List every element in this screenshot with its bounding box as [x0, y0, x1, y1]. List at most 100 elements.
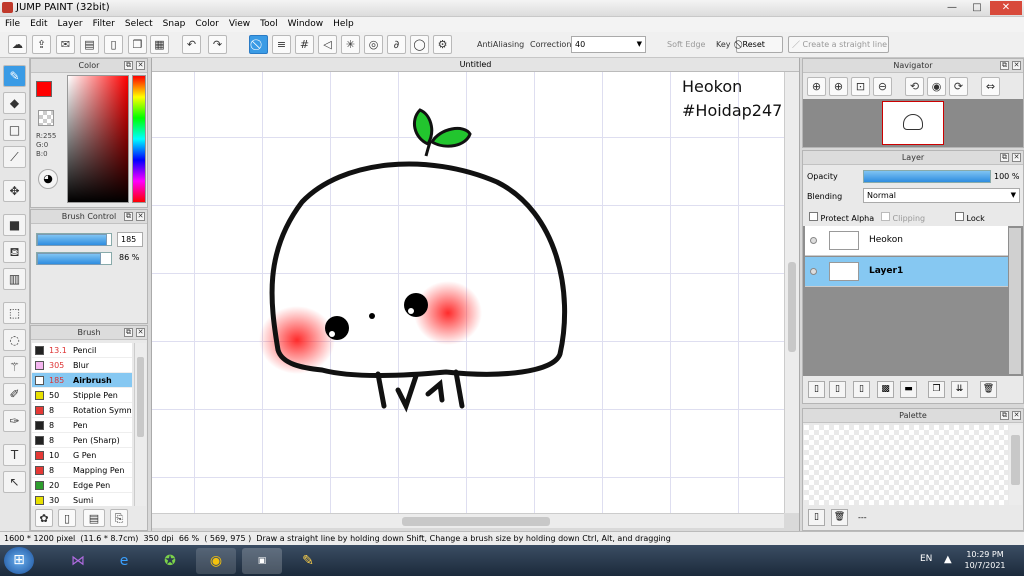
note-icon[interactable]: ▤ [80, 35, 99, 54]
copy-icon[interactable]: ❐ [128, 35, 147, 54]
float-icon[interactable]: ⧉ [124, 61, 133, 70]
maximize-button[interactable]: □ [965, 1, 989, 15]
reset-button[interactable]: ⃠ Reset [736, 36, 783, 53]
delete-layer-icon[interactable]: 🗑 [980, 381, 997, 398]
brush-menu-icon[interactable]: ▤ [83, 509, 105, 527]
menu-filter[interactable]: Filter [88, 17, 120, 32]
new-halftone-layer-icon[interactable]: ▩ [877, 381, 894, 398]
straight-line-button[interactable]: ／ Create a straight line [788, 36, 889, 53]
rectangle-tool-icon[interactable]: □ [3, 119, 26, 141]
float-icon[interactable]: ⧉ [1000, 153, 1009, 162]
undo-icon[interactable]: ↶ [182, 35, 201, 54]
brush-opacity-slider[interactable] [36, 252, 112, 265]
brush-item-mapping-pen[interactable]: 8 Mapping Pen [32, 463, 132, 478]
vertical-scrollbar[interactable] [784, 72, 799, 513]
brush-item-sumi[interactable]: 30 Sumi [32, 493, 132, 506]
saturation-value-picker[interactable] [67, 75, 129, 203]
menu-view[interactable]: View [224, 17, 255, 32]
snap-off-icon[interactable]: ⃠ [249, 35, 268, 54]
chrome-icon[interactable]: ◉ [196, 548, 236, 574]
clipping-checkbox[interactable] [881, 212, 890, 221]
palette-picker-icon[interactable]: ◕ [38, 169, 58, 189]
brush-list-scrollbar[interactable] [134, 343, 146, 506]
operation-tool-icon[interactable]: ↖ [3, 471, 26, 493]
parallel-snap-icon[interactable]: ≡ [272, 35, 291, 54]
eraser-tool-icon[interactable]: ◆ [3, 92, 26, 114]
float-icon[interactable]: ⧉ [1000, 61, 1009, 70]
menu-help[interactable]: Help [328, 17, 359, 32]
grid-snap-icon[interactable]: # [295, 35, 314, 54]
select-eraser-icon[interactable]: ✑ [3, 410, 26, 432]
bucket-tool-icon[interactable]: ⛾ [3, 241, 26, 263]
foreground-color-swatch[interactable] [36, 81, 52, 97]
palette-scrollbar[interactable] [1009, 425, 1022, 505]
palette-swatches[interactable] [804, 425, 1008, 505]
horizontal-scrollbar[interactable] [152, 513, 784, 528]
new-palette-icon[interactable]: ▯ [808, 509, 825, 526]
start-button-icon[interactable]: ⊞ [4, 547, 34, 574]
navigator-preview[interactable] [803, 99, 1023, 147]
zoom-fit-icon[interactable]: ⊕ [807, 77, 826, 96]
select-pen-icon[interactable]: ✐ [3, 383, 26, 405]
zoom-in-icon[interactable]: ⊕ [829, 77, 848, 96]
cloud-icon[interactable]: ☁ [8, 35, 27, 54]
close-panel-icon[interactable]: ✕ [136, 61, 145, 70]
rotate-right-icon[interactable]: ⟳ [949, 77, 968, 96]
rotate-reset-icon[interactable]: ◉ [927, 77, 946, 96]
new-layer-1bit-icon[interactable]: ▯ [853, 381, 870, 398]
horizontal-scroll-thumb[interactable] [402, 517, 550, 526]
move-tool-icon[interactable]: ✥ [3, 180, 26, 202]
hue-slider[interactable] [132, 75, 146, 203]
perspective-snap-icon[interactable]: ◁ [318, 35, 337, 54]
zoom-actual-icon[interactable]: ⊡ [851, 77, 870, 96]
clock[interactable]: 10:29 PM 10/7/2021 [960, 549, 1010, 571]
canvas-tab[interactable]: Untitled [152, 58, 799, 72]
close-panel-icon[interactable]: ✕ [136, 328, 145, 337]
new-folder-icon[interactable]: ▬ [900, 381, 917, 398]
fill-rect-tool-icon[interactable]: ■ [3, 214, 26, 236]
gradient-tool-icon[interactable]: ▥ [3, 268, 26, 290]
jump-paint-taskbar-icon[interactable]: ▣ [242, 548, 282, 574]
layer-row-layer1[interactable]: Layer1 [805, 257, 1008, 287]
lasso-icon[interactable]: ◌ [3, 329, 26, 351]
comment-icon[interactable]: ✉ [56, 35, 75, 54]
close-button[interactable]: ✕ [990, 1, 1022, 15]
grid-layout-icon[interactable]: ▦ [150, 35, 169, 54]
close-panel-icon[interactable]: ✕ [136, 212, 145, 221]
vertical-scroll-thumb[interactable] [788, 262, 796, 352]
blending-dropdown[interactable]: Normal ▼ [863, 188, 1020, 203]
lock-checkbox[interactable] [955, 212, 964, 221]
menu-color[interactable]: Color [190, 17, 224, 32]
menu-file[interactable]: File [0, 17, 25, 32]
duplicate-layer-icon[interactable]: ❐ [928, 381, 945, 398]
delete-palette-icon[interactable]: 🗑 [831, 509, 848, 526]
rotate-left-icon[interactable]: ⟲ [905, 77, 924, 96]
correction-dropdown[interactable]: 40 ▼ [571, 36, 646, 53]
brush-item-g-pen[interactable]: 10 G Pen [32, 448, 132, 463]
float-icon[interactable]: ⧉ [124, 328, 133, 337]
menu-window[interactable]: Window [283, 17, 329, 32]
brush-settings-icon[interactable]: ✿ [35, 509, 53, 527]
snap-settings-icon[interactable]: ⚙ [433, 35, 452, 54]
menu-edit[interactable]: Edit [25, 17, 52, 32]
select-rect-icon[interactable]: ⬚ [3, 302, 26, 324]
new-layer-icon[interactable]: ▯ [808, 381, 825, 398]
brush-item-airbrush[interactable]: 185 Airbrush [32, 373, 132, 388]
navigator-viewport[interactable] [882, 101, 944, 145]
menu-layer[interactable]: Layer [53, 17, 88, 32]
text-tool-icon[interactable]: T [3, 444, 26, 466]
drawing-canvas[interactable]: Heokon #Hoidap247 [152, 72, 784, 513]
document-icon[interactable]: ▯ [104, 35, 123, 54]
brush-item-stipple-pen[interactable]: 50 Stipple Pen [32, 388, 132, 403]
radial-snap-icon[interactable]: ✳ [341, 35, 360, 54]
close-panel-icon[interactable]: ✕ [1012, 153, 1021, 162]
visibility-icon[interactable] [810, 237, 817, 244]
language-indicator[interactable]: EN [920, 554, 932, 564]
ellipse-snap-icon[interactable]: ◯ [410, 35, 429, 54]
internet-explorer-icon[interactable]: e [104, 548, 144, 574]
new-layer-8bit-icon[interactable]: ▯ [829, 381, 846, 398]
brush-item-pencil[interactable]: 13.1 Pencil [32, 343, 132, 358]
export-icon[interactable]: ⇪ [32, 35, 51, 54]
redo-icon[interactable]: ↷ [208, 35, 227, 54]
close-panel-icon[interactable]: ✕ [1012, 61, 1021, 70]
